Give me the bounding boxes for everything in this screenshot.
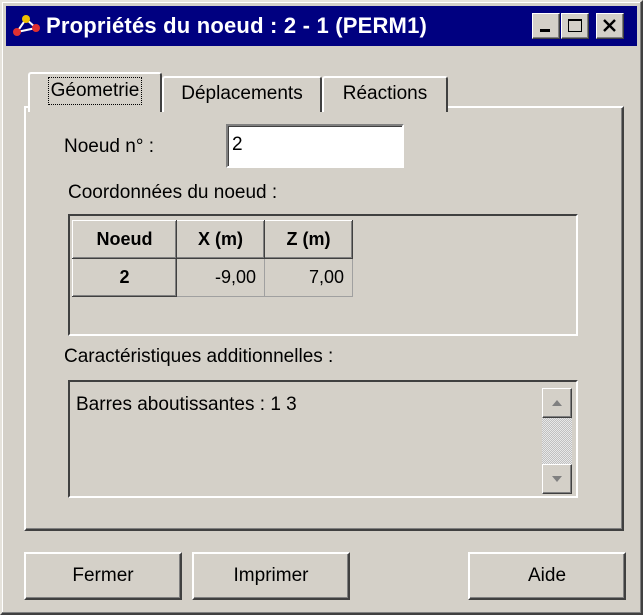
tab-label: Géometrie [47, 77, 143, 105]
cell-z[interactable]: 7,00 [264, 258, 353, 297]
scroll-down-button[interactable] [542, 464, 572, 494]
additional-label: Caractéristiques additionnelles : [64, 346, 334, 367]
memo-text: Barres aboutissantes : 1 3 [76, 394, 297, 415]
minimize-button[interactable] [532, 13, 560, 39]
memo-scrollbar[interactable] [542, 388, 572, 494]
tab-deplacements[interactable]: Déplacements [162, 76, 322, 112]
tab-geometrie[interactable]: Géometrie [28, 72, 162, 112]
column-header-z[interactable]: Z (m) [264, 220, 353, 259]
print-button[interactable]: Imprimer [192, 552, 350, 600]
arrow-up-icon [552, 400, 562, 406]
tab-label: Déplacements [181, 83, 303, 104]
help-button[interactable]: Aide [468, 552, 626, 600]
column-header-x[interactable]: X (m) [176, 220, 265, 259]
node-number-label: Noeud n° : [64, 136, 154, 157]
title-bar[interactable]: Propriétés du noeud : 2 - 1 (PERM1) [6, 6, 637, 46]
scroll-up-button[interactable] [542, 388, 572, 418]
properties-window: Propriétés du noeud : 2 - 1 (PERM1) Géom… [0, 0, 643, 615]
cell-x[interactable]: -9,00 [176, 258, 265, 297]
minimize-icon [540, 29, 550, 32]
maximize-button[interactable] [561, 13, 589, 39]
coordinates-table: Noeud X (m) Z (m) 2 -9,00 7,00 [72, 220, 353, 297]
arrow-down-icon [552, 476, 562, 482]
coordinates-label: Coordonnées du noeud : [68, 182, 278, 203]
coordinates-grid[interactable]: Noeud X (m) Z (m) 2 -9,00 7,00 [68, 214, 578, 336]
close-window-button[interactable] [596, 13, 624, 39]
node-graph-icon [13, 15, 40, 36]
maximize-icon [568, 19, 582, 32]
window-title: Propriétés du noeud : 2 - 1 (PERM1) [46, 13, 428, 38]
close-button[interactable]: Fermer [24, 552, 182, 600]
close-icon [603, 19, 616, 32]
additional-memo[interactable]: Barres aboutissantes : 1 3 [68, 380, 578, 498]
column-header-noeud[interactable]: Noeud [72, 220, 177, 259]
tab-label: Réactions [342, 83, 428, 104]
node-number-input[interactable]: 2 [226, 124, 404, 168]
table-row[interactable]: 2 -9,00 7,00 [72, 258, 353, 297]
tab-reactions[interactable]: Réactions [322, 76, 448, 112]
table-header-row: Noeud X (m) Z (m) [72, 220, 353, 259]
cell-noeud[interactable]: 2 [72, 258, 177, 297]
